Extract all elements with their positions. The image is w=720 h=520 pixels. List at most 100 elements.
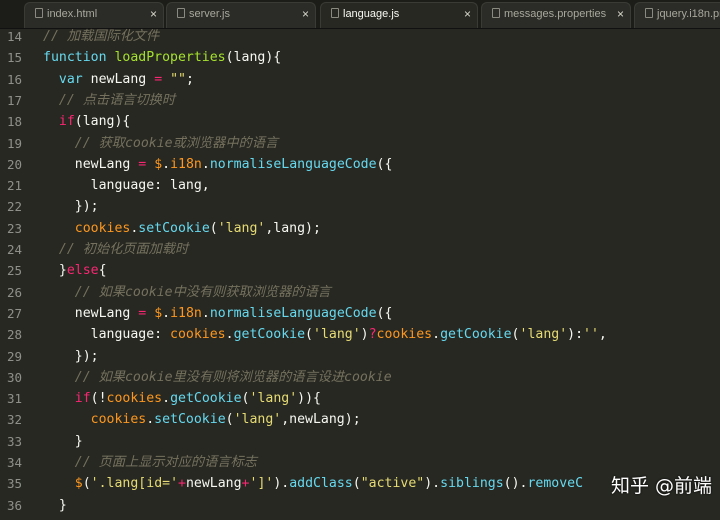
code-token: // 加载国际化文件 (43, 29, 160, 44)
code-token: ({ (376, 156, 393, 172)
code-token: ( (352, 476, 361, 492)
code-token: ( (241, 391, 250, 407)
code-token: newLang (185, 476, 242, 492)
tab-jquery-i18n[interactable]: jquery.i18n.pr (634, 2, 720, 28)
line-number: 32 (6, 412, 22, 428)
line-number: 20 (6, 156, 22, 172)
code-token: getCookie (233, 327, 306, 343)
code-token: ): (567, 327, 584, 343)
tab-index-html[interactable]: index.html × (24, 2, 164, 28)
code-token: removeC (527, 476, 584, 492)
code-line: language: cookies.getCookie('lang')?cook… (43, 324, 607, 345)
close-icon[interactable]: × (150, 3, 157, 25)
code-token: ( (225, 412, 234, 428)
code-token: cookies (90, 412, 147, 428)
code-token: "active" (360, 476, 425, 492)
code-token: { (98, 263, 107, 279)
code-token: ( (305, 327, 313, 343)
code-token: i18n (170, 305, 202, 321)
code-token: newLang (43, 305, 139, 321)
code-line: if(!cookies.getCookie('lang')){ (43, 388, 321, 409)
code-token: language: (43, 327, 171, 343)
line-number: 30 (6, 369, 22, 385)
code-line: // 加载国际化文件 (43, 28, 159, 47)
code-token: ,lang); (265, 220, 321, 236)
watermark: 知乎 @前端 (610, 475, 712, 497)
line-number: 36 (6, 497, 22, 513)
code-token: 'lang' (217, 220, 266, 236)
code-token: ,newLang); (281, 412, 361, 428)
code-token: (lang){ (225, 50, 282, 66)
code-token: if (58, 114, 75, 130)
code-line: }); (43, 196, 99, 217)
line-number: 18 (6, 114, 22, 130)
code-editor[interactable]: 14 15 16 17 18 19 20 21 22 23 24 25 26 27 28 29 30 31 32 33… (0, 28, 720, 520)
code-line: // 页面上显示对应的语言标志 (43, 452, 257, 473)
code-token: getCookie (170, 391, 242, 407)
code-token: . (162, 391, 171, 407)
code-token: newLang (90, 71, 155, 87)
code-token: siblings (440, 476, 504, 492)
code-token: normaliseLanguageCode (209, 156, 377, 172)
code-token: newLang (43, 156, 139, 172)
code-token: ? (368, 327, 377, 343)
code-token: normaliseLanguageCode (209, 305, 377, 321)
code-line: newLang = $.i18n.normaliseLanguageCode({ (43, 303, 393, 324)
code-token: } (43, 497, 67, 513)
tab-label: jquery.i18n.pr (657, 8, 720, 20)
line-number: 34 (6, 455, 22, 470)
close-icon[interactable]: × (302, 3, 309, 25)
code-line: }else{ (43, 260, 107, 281)
code-token: setCookie (154, 412, 226, 428)
code-line: if(lang){ (43, 111, 130, 132)
close-icon[interactable]: × (617, 3, 624, 25)
code-token: ( (511, 327, 520, 343)
code-token: . (162, 156, 171, 172)
code-line: // 获取cookie或浏览器中的语言 (43, 133, 278, 154)
code-token: // 点击语言切换时 (58, 92, 176, 108)
code-line: // 初始化页面加载时 (43, 239, 188, 260)
code-token: loadProperties (114, 50, 226, 66)
tab-messages-properties[interactable]: messages.properties × (481, 2, 631, 28)
code-token: i18n (170, 156, 202, 172)
tab-label: messages.properties (504, 8, 607, 20)
code-token: . (432, 327, 441, 343)
tab-label: server.js (189, 8, 230, 20)
line-number: 21 (6, 178, 22, 194)
code-token: . (225, 327, 234, 343)
line-number: 19 (6, 135, 22, 151)
code-token: 'lang' (233, 412, 282, 428)
code-token: . (146, 412, 155, 428)
code-token: . (162, 305, 171, 321)
line-number: 15 (6, 50, 22, 66)
tab-label: language.js (343, 8, 400, 20)
tab-label: index.html (47, 8, 98, 20)
code-line: } (43, 431, 83, 452)
code-token: 'lang' (519, 327, 568, 343)
tab-language-js[interactable]: language.js × (320, 2, 478, 28)
code-token: // 页面上显示对应的语言标志 (74, 455, 257, 470)
code-token: else (66, 263, 99, 279)
code-token: ( (209, 220, 218, 236)
code-token: (). (503, 476, 528, 492)
code-token: cookies (376, 327, 433, 343)
line-number-gutter: 14 15 16 17 18 19 20 21 22 23 24 25 26 27 28 29 30 31 32 33… (0, 28, 34, 520)
line-number: 33 (6, 433, 22, 449)
code-token: + (178, 476, 186, 492)
code-token: "" (170, 71, 186, 87)
code-token: function (43, 50, 115, 66)
tab-server-js[interactable]: server.js × (166, 2, 316, 28)
code-token: } (43, 263, 67, 279)
line-number: 28 (6, 327, 22, 343)
close-icon[interactable]: × (464, 3, 471, 25)
code-token: cookies (170, 327, 226, 343)
code-token: (lang){ (74, 114, 131, 130)
